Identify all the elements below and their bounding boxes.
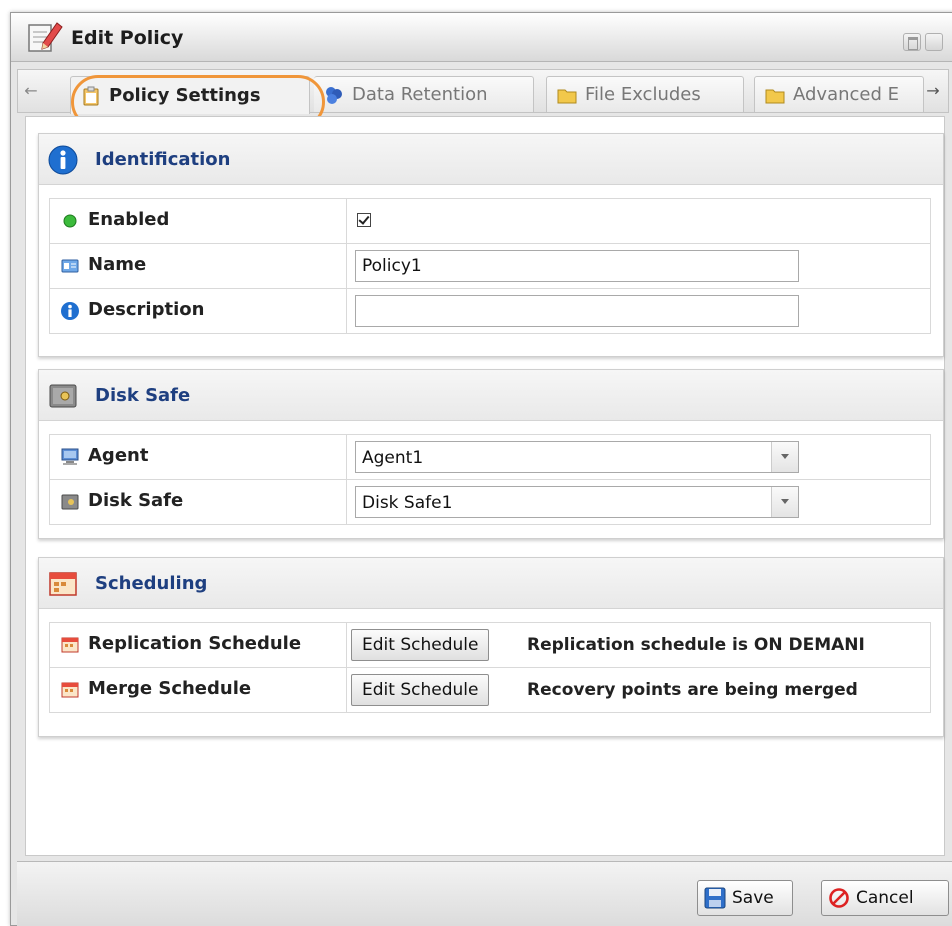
agent-select[interactable]: Agent1 [355,441,799,473]
calendar-icon [49,572,77,596]
merge-schedule-status: Recovery points are being merged [527,680,858,700]
agent-label: Agent [88,445,149,466]
disk-safe-selected-value: Disk Safe1 [362,493,453,513]
section-title: Scheduling [95,573,208,594]
agent-selected-value: Agent1 [362,448,424,468]
tab-policy-settings[interactable]: Policy Settings [70,76,310,114]
green-status-icon [63,214,77,228]
cancel-button[interactable]: Cancel [821,880,949,916]
policy-clipboard-icon [83,86,99,105]
description-field[interactable] [355,295,799,327]
tab-label: Advanced E [793,84,900,105]
section-title: Disk Safe [95,385,191,406]
policy-settings-panel: Identification Enabled Name Policy1 Desc… [25,116,945,856]
window-close-button[interactable] [925,33,943,51]
property-label-cell: Replication Schedule [49,622,347,668]
save-label: Save [732,888,774,908]
scheduling-header: Scheduling [39,558,943,609]
dialog-titlebar[interactable]: Edit Policy [11,13,952,62]
tab-file-excludes[interactable]: File Excludes [546,76,744,112]
enabled-checkbox[interactable] [357,213,371,227]
disk-safe-section: Disk Safe Agent Agent1 Disk Safe Disk Sa… [38,369,944,539]
section-title: Identification [95,149,231,170]
description-label: Description [88,299,205,320]
table-row: Name [49,243,931,289]
property-value-cell [346,243,931,289]
disk-safe-label: Disk Safe [88,490,184,511]
disk-safe-header: Disk Safe [39,370,943,421]
replication-schedule-status: Replication schedule is ON DEMANI [527,635,865,655]
dialog-footer: Save Cancel [17,861,952,926]
scheduling-grid: Replication Schedule Edit Schedule Repli… [49,622,931,713]
save-disk-icon [704,887,726,909]
disk-safe-select[interactable]: Disk Safe1 [355,486,799,518]
table-row: Disk Safe Disk Safe1 [49,479,931,525]
name-field[interactable] [355,250,799,282]
table-row: Enabled [49,198,931,244]
property-value-cell [346,198,931,244]
tab-advanced[interactable]: Advanced E [754,76,924,112]
identification-grid: Enabled Name Policy1 Description [49,198,931,334]
tab-strip: ← Policy Settings Data Retention File Ex… [17,69,949,114]
calendar-icon [61,682,79,698]
data-retention-icon [326,86,342,104]
edit-document-icon [28,22,63,52]
table-row: Description [49,288,931,334]
edit-policy-dialog: Edit Policy ← Policy Settings Data Reten… [10,12,952,926]
tab-label: File Excludes [585,84,701,105]
property-value-cell: Disk Safe1 [346,479,931,525]
folder-icon [557,89,577,103]
edit-merge-schedule-button[interactable]: Edit Schedule [351,674,490,706]
tab-label: Data Retention [352,84,488,105]
table-row: Merge Schedule Edit Schedule Recovery po… [49,667,931,713]
property-value-cell: Edit Schedule Replication schedule is ON… [346,622,931,668]
chevron-down-icon[interactable] [771,442,798,472]
tab-label: Policy Settings [109,85,261,106]
info-icon [61,302,79,320]
identification-header: Identification [39,134,943,185]
cancel-label: Cancel [856,888,914,908]
tab-data-retention[interactable]: Data Retention [314,76,534,112]
cancel-icon [829,888,849,908]
property-value-cell: Agent1 [346,434,931,480]
property-value-cell: Edit Schedule Recovery points are being … [346,667,931,713]
folder-icon [765,89,785,103]
property-label-cell: Agent [49,434,347,480]
edit-replication-schedule-button[interactable]: Edit Schedule [351,629,490,661]
property-label-cell: Merge Schedule [49,667,347,713]
dialog-title: Edit Policy [71,27,184,49]
table-row: Replication Schedule Edit Schedule Repli… [49,622,931,668]
replication-schedule-label: Replication Schedule [88,633,302,654]
info-icon [48,145,78,175]
property-label-cell: Description [49,288,347,334]
table-row: Agent Agent1 [49,434,931,480]
name-card-icon [61,259,79,273]
tab-scroll-left-icon[interactable]: ← [22,78,40,104]
calendar-icon [61,637,79,653]
disk-safe-icon [61,494,79,510]
chevron-down-icon[interactable] [771,487,798,517]
property-label-cell: Disk Safe [49,479,347,525]
identification-section: Identification Enabled Name Policy1 Desc… [38,133,944,357]
property-label-cell: Enabled [49,198,347,244]
window-restore-button[interactable] [903,33,921,51]
save-button[interactable]: Save [697,880,793,916]
merge-schedule-label: Merge Schedule [88,678,252,699]
enabled-label: Enabled [88,209,170,230]
disk-safe-icon [49,384,77,408]
scheduling-section: Scheduling Replication Schedule Edit Sch… [38,557,944,737]
name-label: Name [88,254,147,275]
disk-safe-grid: Agent Agent1 Disk Safe Disk Safe1 [49,434,931,525]
property-label-cell: Name [49,243,347,289]
tab-scroll-right-icon[interactable]: → [924,78,942,104]
computer-icon [61,448,79,465]
property-value-cell [346,288,931,334]
